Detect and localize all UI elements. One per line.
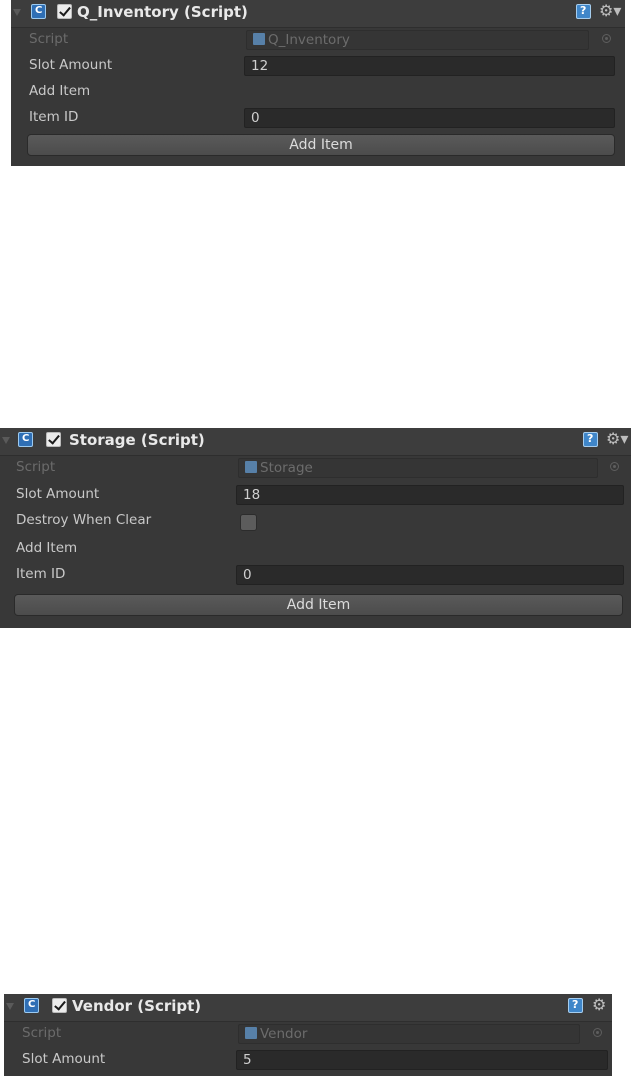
item-id-input[interactable]: 0: [236, 565, 624, 585]
script-value: Storage: [260, 460, 313, 476]
destroy-when-clear-checkbox[interactable]: [240, 514, 257, 531]
add-item-button[interactable]: Add Item: [14, 594, 623, 616]
foldout-arrow-icon[interactable]: [2, 437, 10, 444]
slot-amount-input[interactable]: 12: [244, 56, 615, 76]
slot-amount-label: Slot Amount: [16, 486, 100, 502]
item-id-row: Item ID 0: [11, 105, 625, 131]
script-row: Script Q_Inventory: [11, 27, 625, 53]
destroy-when-clear-row: Destroy When Clear: [0, 508, 631, 534]
slot-amount-input[interactable]: 5: [236, 1050, 608, 1070]
slot-amount-row: Slot Amount 12: [11, 53, 625, 79]
foldout-arrow-icon[interactable]: [6, 1003, 14, 1010]
script-row: Script Storage: [0, 455, 631, 481]
item-id-row: Item ID 0: [0, 562, 631, 588]
help-icon[interactable]: [576, 4, 591, 19]
add-item-header-row: Add Item: [0, 536, 631, 562]
script-value: Q_Inventory: [268, 32, 350, 48]
script-asset-icon: [253, 33, 265, 45]
help-icon[interactable]: [583, 432, 598, 447]
gear-icon[interactable]: ⚙▾: [606, 430, 628, 448]
component-title: Q_Inventory (Script): [77, 3, 248, 21]
enabled-checkbox-icon[interactable]: [46, 432, 61, 447]
slot-amount-row: Slot Amount 5: [4, 1047, 612, 1073]
add-item-header: Add Item: [29, 83, 91, 99]
object-picker-icon: [610, 462, 619, 471]
foldout-arrow-icon[interactable]: [13, 9, 21, 16]
script-object-field: Vendor: [238, 1024, 580, 1044]
csharp-script-icon: [31, 4, 46, 19]
slot-amount-label: Slot Amount: [22, 1051, 106, 1067]
component-header[interactable]: Q_Inventory (Script) ⚙▾: [11, 0, 625, 28]
object-picker-icon: [602, 34, 611, 43]
q-inventory-component: Q_Inventory (Script) ⚙▾ Script Q_Invento…: [11, 0, 625, 166]
gear-icon[interactable]: ⚙▾: [599, 2, 621, 20]
destroy-when-clear-label: Destroy When Clear: [16, 512, 152, 528]
script-label: Script: [16, 459, 56, 475]
script-asset-icon: [245, 461, 257, 473]
object-picker-icon: [593, 1028, 602, 1037]
help-icon[interactable]: [568, 998, 583, 1013]
enabled-checkbox-icon[interactable]: [52, 998, 67, 1013]
component-header[interactable]: Vendor (Script) ⚙: [4, 994, 612, 1022]
item-id-label: Item ID: [16, 566, 66, 582]
add-item-header-row: Add Item: [11, 79, 625, 105]
vendor-component: Vendor (Script) ⚙ Script Vendor Slot Amo…: [4, 994, 612, 1076]
item-id-label: Item ID: [29, 109, 79, 125]
script-label: Script: [22, 1025, 62, 1041]
item-id-input[interactable]: 0: [244, 108, 615, 128]
script-value: Vendor: [260, 1026, 308, 1042]
gear-icon[interactable]: ⚙: [592, 996, 606, 1014]
slot-amount-label: Slot Amount: [29, 57, 113, 73]
add-item-header: Add Item: [16, 540, 78, 556]
component-header[interactable]: Storage (Script) ⚙▾: [0, 428, 631, 456]
script-object-field: Storage: [238, 458, 598, 478]
storage-component: Storage (Script) ⚙▾ Script Storage Slot …: [0, 428, 631, 628]
add-item-button[interactable]: Add Item: [27, 134, 615, 156]
component-title: Storage (Script): [69, 431, 205, 449]
component-title: Vendor (Script): [72, 997, 202, 1015]
script-object-field: Q_Inventory: [246, 30, 589, 50]
script-label: Script: [29, 31, 69, 47]
script-row: Script Vendor: [4, 1021, 612, 1047]
script-asset-icon: [245, 1027, 257, 1039]
slot-amount-input[interactable]: 18: [236, 485, 624, 505]
enabled-checkbox-icon[interactable]: [57, 4, 72, 19]
slot-amount-row: Slot Amount 18: [0, 482, 631, 508]
csharp-script-icon: [18, 432, 33, 447]
csharp-script-icon: [24, 998, 39, 1013]
